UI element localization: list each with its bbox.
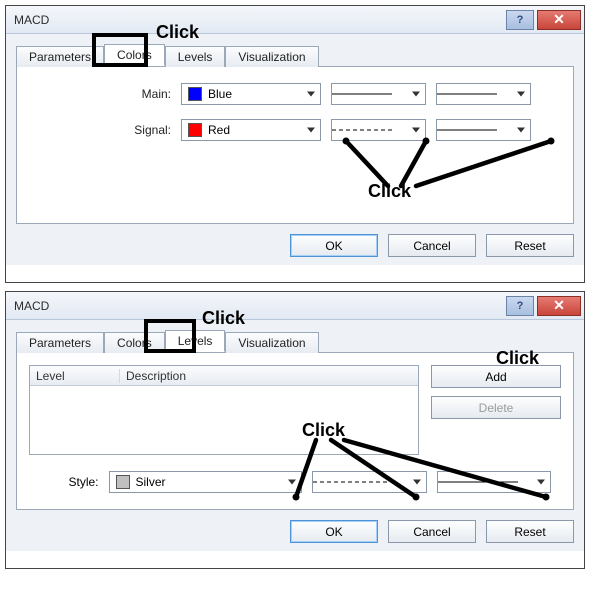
close-button[interactable]: ✕ (537, 296, 581, 316)
dialog-body: Parameters Colors Levels Visualization M… (6, 34, 584, 265)
ok-button[interactable]: OK (290, 520, 378, 543)
delete-button: Delete (431, 396, 561, 419)
window-title: MACD (14, 299, 506, 313)
line-solid-icon (437, 126, 512, 134)
style-color-name: Silver (136, 475, 166, 489)
dialog-buttons: OK Cancel Reset (16, 520, 574, 543)
tab-visualization[interactable]: Visualization (225, 332, 318, 353)
list-header: Level Description (30, 366, 418, 386)
cancel-button[interactable]: Cancel (388, 234, 476, 257)
close-button[interactable]: ✕ (537, 10, 581, 30)
line-solid-icon (437, 90, 512, 98)
tab-colors[interactable]: Colors (104, 44, 165, 66)
cancel-button[interactable]: Cancel (388, 520, 476, 543)
tab-strip: Parameters Colors Levels Visualization (16, 328, 574, 352)
style-label: Style: (29, 475, 109, 489)
style-color-swatch (116, 475, 130, 489)
help-button[interactable]: ? (506, 10, 534, 30)
tab-levels[interactable]: Levels (165, 46, 226, 67)
style-row: Style: Silver (29, 471, 561, 493)
main-linewidth-combo[interactable] (436, 83, 531, 105)
line-solid-icon (332, 90, 407, 98)
macd-dialog-colors: MACD ? ✕ Parameters Colors Levels Visual… (5, 5, 585, 283)
col-description[interactable]: Description (120, 369, 418, 383)
help-button[interactable]: ? (506, 296, 534, 316)
main-color-row: Main: Blue (31, 83, 559, 105)
tab-levels[interactable]: Levels (165, 330, 226, 352)
levels-side-buttons: Add Delete (431, 365, 561, 455)
tab-strip: Parameters Colors Levels Visualization (16, 42, 574, 66)
dialog-buttons: OK Cancel Reset (16, 234, 574, 257)
levels-panel: Level Description Add Delete Style: Silv… (16, 352, 574, 510)
reset-button[interactable]: Reset (486, 234, 574, 257)
tab-parameters[interactable]: Parameters (16, 332, 104, 353)
tab-visualization[interactable]: Visualization (225, 46, 318, 67)
tab-colors[interactable]: Colors (104, 332, 165, 353)
titlebar: MACD ? ✕ (6, 292, 584, 320)
signal-linestyle-combo[interactable] (331, 119, 426, 141)
main-color-combo[interactable]: Blue (181, 83, 321, 105)
signal-color-swatch (188, 123, 202, 137)
colors-panel: Main: Blue Signal: (16, 66, 574, 224)
levels-layout: Level Description Add Delete (29, 365, 561, 455)
col-level[interactable]: Level (30, 369, 120, 383)
add-button[interactable]: Add (431, 365, 561, 388)
signal-label: Signal: (31, 123, 181, 137)
titlebar: MACD ? ✕ (6, 6, 584, 34)
line-dashed-icon (332, 126, 407, 134)
levels-list[interactable]: Level Description (29, 365, 419, 455)
tab-parameters[interactable]: Parameters (16, 46, 104, 67)
window-title: MACD (14, 13, 506, 27)
line-dashed-icon (313, 478, 407, 486)
reset-button[interactable]: Reset (486, 520, 574, 543)
dialog-body: Parameters Colors Levels Visualization L… (6, 320, 584, 551)
signal-color-row: Signal: Red (31, 119, 559, 141)
main-color-name: Blue (208, 87, 232, 101)
signal-color-name: Red (208, 123, 230, 137)
main-label: Main: (31, 87, 181, 101)
main-linestyle-combo[interactable] (331, 83, 426, 105)
macd-dialog-levels: MACD ? ✕ Parameters Colors Levels Visual… (5, 291, 585, 569)
style-linewidth-combo[interactable] (437, 471, 551, 493)
signal-color-combo[interactable]: Red (181, 119, 321, 141)
style-linestyle-combo[interactable] (312, 471, 426, 493)
line-solid-icon (438, 478, 532, 486)
signal-linewidth-combo[interactable] (436, 119, 531, 141)
main-color-swatch (188, 87, 202, 101)
style-color-combo[interactable]: Silver (109, 471, 303, 493)
ok-button[interactable]: OK (290, 234, 378, 257)
